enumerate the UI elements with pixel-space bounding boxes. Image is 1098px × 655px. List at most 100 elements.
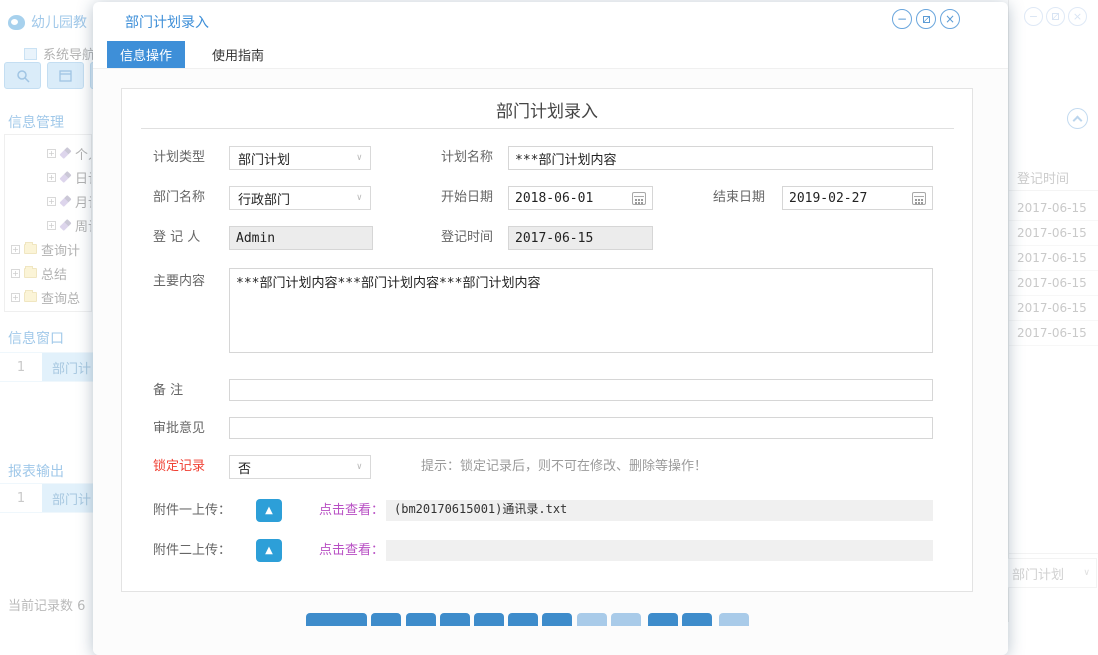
registrant-label: 登 记 人: [153, 226, 200, 250]
expand-icon[interactable]: +: [11, 293, 20, 302]
table-row[interactable]: 2017-06-15: [1009, 271, 1098, 296]
end-date-input[interactable]: 2019-02-27: [782, 186, 933, 210]
attachment2-label: 附件二上传：: [153, 539, 231, 563]
search-icon: [16, 69, 30, 83]
main-content-textarea[interactable]: ***部门计划内容***部门计划内容***部门计划内容: [229, 268, 933, 353]
bottom-button-2[interactable]: [371, 613, 401, 626]
toolbar-search-button[interactable]: [4, 62, 41, 89]
tree-item[interactable]: +周计: [5, 213, 91, 237]
form-title: 部门计划录入: [122, 97, 972, 122]
folder-icon: [24, 292, 37, 302]
plan-type-label: 计划类型: [153, 146, 205, 170]
expand-icon[interactable]: +: [47, 221, 56, 230]
bottom-button-7[interactable]: [542, 613, 572, 626]
section-header-report-output: 报表输出: [8, 461, 64, 481]
tree-item[interactable]: +查询计: [5, 237, 91, 261]
tab-user-guide[interactable]: 使用指南: [199, 41, 277, 68]
calendar-icon[interactable]: [632, 192, 646, 205]
chevron-down-icon: ∨: [357, 193, 362, 203]
attachment1-upload-button[interactable]: ▲: [256, 499, 282, 522]
bg-maximize-button[interactable]: [1046, 7, 1065, 26]
section-header-info-window: 信息窗口: [8, 328, 64, 348]
app-title: 幼儿园教: [31, 12, 87, 32]
maximize-icon: [923, 16, 930, 23]
lock-hint: 提示：锁定记录后，则不可在修改、删除等操作！: [421, 455, 707, 479]
column-header: 登记时间: [1017, 168, 1069, 187]
tree-item[interactable]: +总结: [5, 261, 91, 285]
expand-icon[interactable]: +: [11, 269, 20, 278]
chevron-up-icon: [1073, 116, 1083, 126]
bottom-button-11[interactable]: [682, 613, 712, 626]
record-count: 当前记录数 6: [8, 595, 85, 614]
remark-input[interactable]: [229, 379, 933, 401]
info-window-row[interactable]: 1 部门计: [0, 352, 93, 382]
attachment1-view-link[interactable]: 点击查看：: [319, 499, 384, 522]
attachment2-view-link[interactable]: 点击查看：: [319, 539, 384, 562]
table-row[interactable]: 2017-06-15: [1009, 196, 1098, 221]
minimize-button[interactable]: −: [892, 9, 912, 29]
attachment2-upload-button[interactable]: ▲: [256, 539, 282, 562]
table-row[interactable]: 2017-06-15: [1009, 221, 1098, 246]
divider: [141, 128, 954, 129]
dept-name-select[interactable]: 行政部门∨: [229, 186, 371, 210]
form-panel: 部门计划录入 计划类型 部门计划∨ 计划名称 部门名称 行政部门∨ 开始日期 2…: [121, 88, 973, 592]
maximize-button[interactable]: [916, 9, 936, 29]
bottom-button-3[interactable]: [406, 613, 436, 626]
chevron-down-icon: ∨: [1083, 568, 1090, 578]
start-date-input[interactable]: 2018-06-01: [508, 186, 653, 210]
table-row[interactable]: 2017-06-15: [1009, 296, 1098, 321]
upload-icon: ▲: [265, 545, 273, 556]
bg-minimize-button[interactable]: −: [1024, 7, 1043, 26]
folder-icon: [24, 244, 37, 254]
info-tree: +个人 +日计 +月计 +周计 +查询计 +总结 +查询总: [4, 134, 92, 312]
section-header-info-management: 信息管理: [8, 112, 64, 132]
close-button[interactable]: ×: [940, 9, 960, 29]
bottom-button-10[interactable]: [648, 613, 678, 626]
dept-name-label: 部门名称: [153, 186, 205, 210]
expand-icon[interactable]: +: [47, 197, 56, 206]
table-row[interactable]: 2017-06-15: [1009, 246, 1098, 271]
tree-item[interactable]: +月计: [5, 189, 91, 213]
plan-type-filter-select[interactable]: 部门计划 ∨: [1005, 558, 1097, 588]
attachment2-filename: [386, 540, 933, 561]
expand-icon[interactable]: +: [47, 149, 56, 158]
collapse-button[interactable]: [1067, 108, 1088, 129]
tree-item[interactable]: +日计: [5, 165, 91, 189]
edit-icon: [59, 219, 71, 231]
upload-icon: ▲: [265, 505, 273, 516]
chevron-down-icon: ∨: [357, 462, 362, 472]
toolbar-form-button[interactable]: [47, 62, 84, 89]
tab-bar: 信息操作 使用指南: [107, 41, 277, 68]
table-row[interactable]: 2017-06-15: [1009, 321, 1098, 346]
edit-icon: [59, 147, 71, 159]
bottom-button-12[interactable]: [719, 613, 749, 626]
bottom-button-9[interactable]: [611, 613, 641, 626]
attachment1-label: 附件一上传：: [153, 499, 231, 523]
registrant-input: [229, 226, 373, 250]
bottom-button-8[interactable]: [577, 613, 607, 626]
plan-name-input[interactable]: [508, 146, 933, 170]
lock-record-select[interactable]: 否∨: [229, 455, 371, 479]
tree-item[interactable]: +查询总: [5, 285, 91, 309]
bottom-button-5[interactable]: [474, 613, 504, 626]
form-icon: [59, 70, 72, 82]
bg-close-button[interactable]: ×: [1068, 7, 1087, 26]
report-row[interactable]: 1 部门计: [0, 483, 93, 513]
plan-name-label: 计划名称: [441, 146, 493, 170]
remark-label: 备 注: [153, 379, 183, 403]
calendar-icon[interactable]: [912, 192, 926, 205]
approval-input[interactable]: [229, 417, 933, 439]
expand-icon[interactable]: +: [11, 245, 20, 254]
folder-icon: [24, 268, 37, 278]
tree-item[interactable]: +个人: [5, 141, 91, 165]
bottom-button-4[interactable]: [440, 613, 470, 626]
bottom-button-6[interactable]: [508, 613, 538, 626]
bottom-button-1[interactable]: [306, 613, 367, 626]
approval-label: 审批意见: [153, 417, 205, 441]
tab-info-operation[interactable]: 信息操作: [107, 41, 185, 68]
plan-type-select[interactable]: 部门计划∨: [229, 146, 371, 170]
dept-plan-entry-dialog: 部门计划录入 − × 信息操作 使用指南 部门计划录入 计划类型 部门计划∨ 计…: [93, 2, 1008, 655]
maximize-icon: [1052, 13, 1059, 20]
edit-icon: [59, 195, 71, 207]
expand-icon[interactable]: +: [47, 173, 56, 182]
